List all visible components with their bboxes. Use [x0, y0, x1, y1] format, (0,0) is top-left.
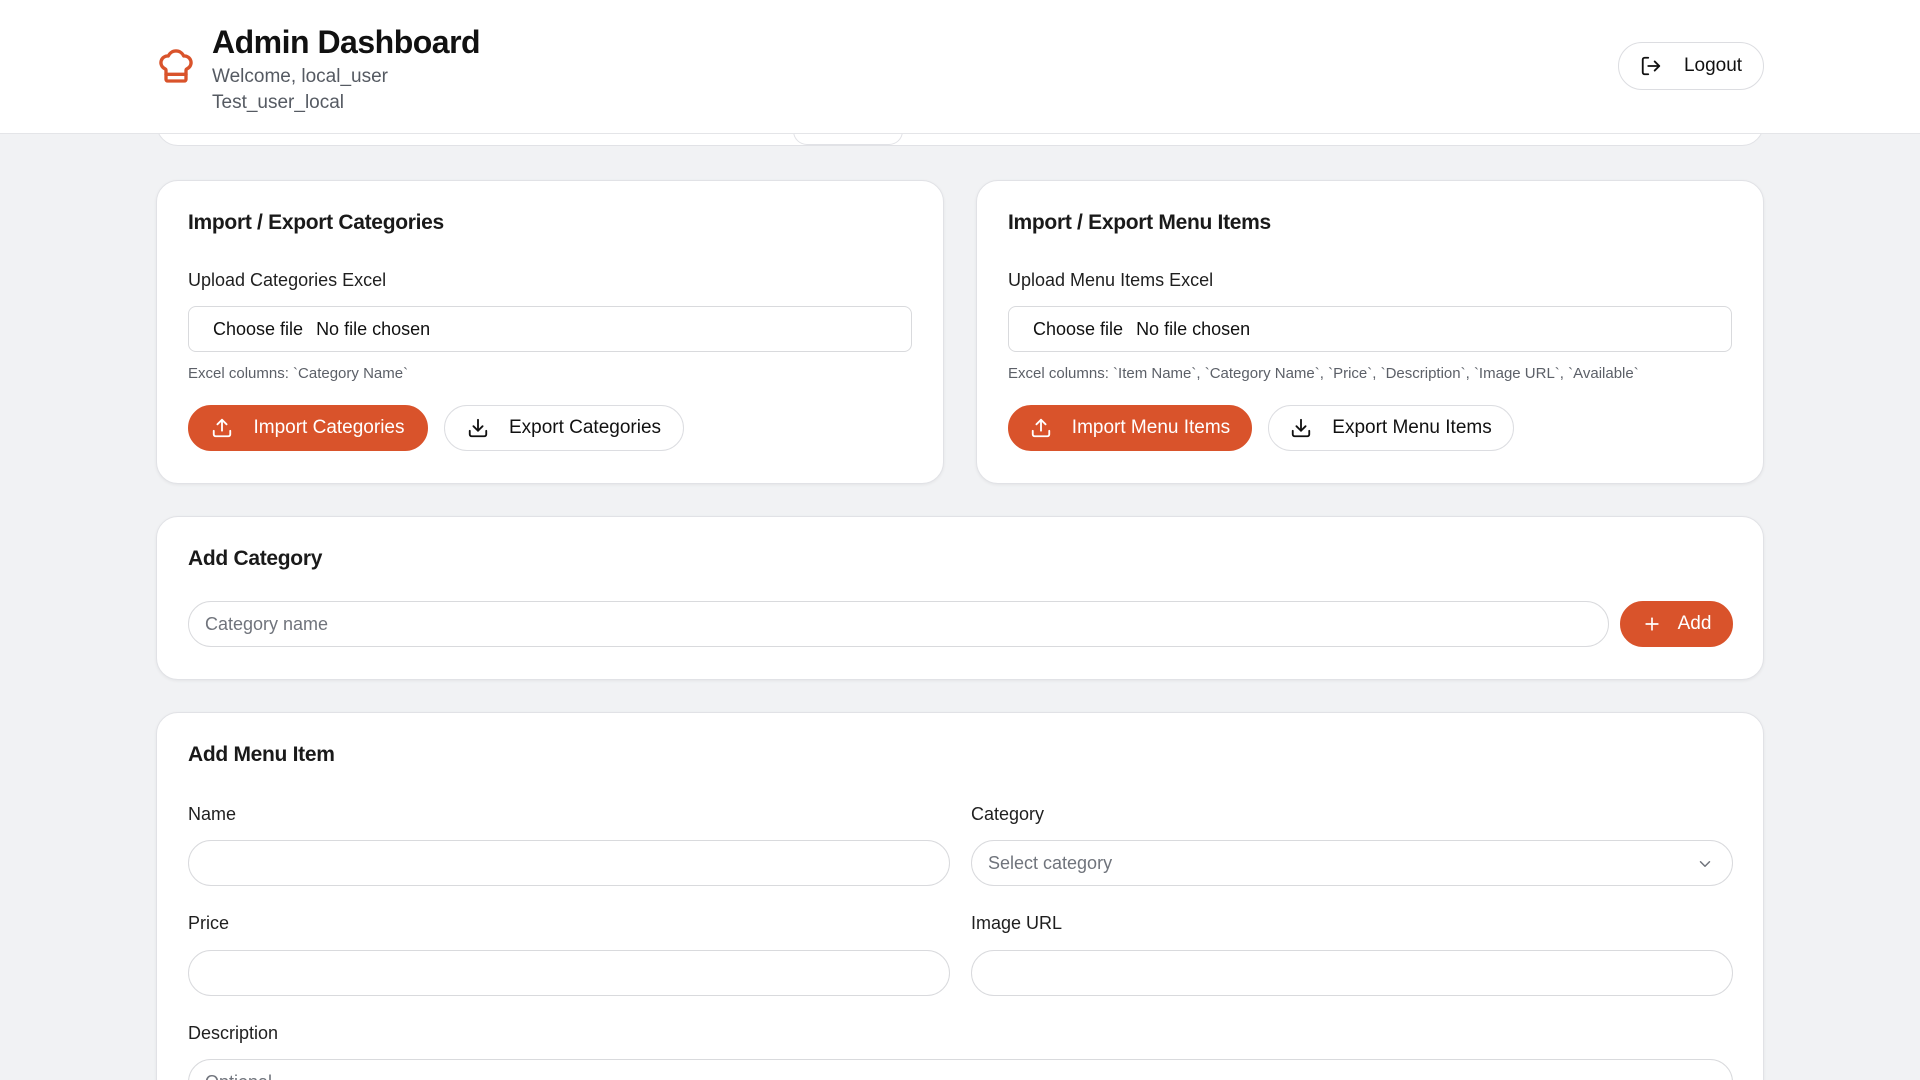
welcome-text: Welcome, local_user: [212, 66, 389, 87]
upload-icon: [1030, 417, 1052, 439]
add-category-button[interactable]: Add: [1620, 601, 1733, 647]
menu-items-file-input[interactable]: Choose file No file chosen: [1008, 306, 1732, 352]
import-export-categories-card: Import / Export Categories Upload Catego…: [156, 180, 944, 484]
export-menu-items-button[interactable]: Export Menu Items: [1268, 405, 1514, 451]
download-icon: [467, 417, 489, 439]
logout-label: Logout: [1683, 55, 1743, 76]
excel-columns-hint: Excel columns: `Item Name`, `Category Na…: [1008, 365, 1639, 382]
choose-file-button[interactable]: Choose file: [213, 319, 303, 340]
plus-icon: [1642, 614, 1662, 634]
add-label: Add: [1677, 613, 1712, 634]
export-categories-label: Export Categories: [508, 417, 662, 438]
card-title: Add Menu Item: [188, 743, 335, 766]
card-title: Import / Export Menu Items: [1008, 211, 1271, 234]
price-label: Price: [188, 913, 230, 933]
category-name-placeholder: Category name: [205, 613, 329, 634]
category-label: Category: [971, 804, 1045, 824]
category-select-value: Select category: [988, 852, 1113, 873]
upload-label: Upload Menu Items Excel: [1008, 270, 1214, 290]
import-categories-label: Import Categories: [253, 417, 405, 438]
brand-text: Admin Dashboard Welcome, local_user Test…: [212, 24, 481, 116]
excel-columns-hint: Excel columns: `Category Name`: [188, 365, 409, 382]
card-title: Import / Export Categories: [188, 211, 444, 234]
app-header: Admin Dashboard Welcome, local_user Test…: [0, 0, 1920, 134]
image-url-label: Image URL: [971, 913, 1063, 933]
image-url-input[interactable]: [971, 950, 1733, 996]
username-text: Test_user_local: [212, 92, 345, 113]
export-categories-button[interactable]: Export Categories: [444, 405, 684, 451]
export-menu-items-label: Export Menu Items: [1332, 417, 1492, 438]
add-category-card: Add Category Category name Add: [156, 516, 1764, 680]
category-select[interactable]: Select category: [971, 840, 1733, 886]
choose-file-button[interactable]: Choose file: [1033, 319, 1123, 340]
description-placeholder: Optional: [205, 1072, 272, 1080]
import-categories-button[interactable]: Import Categories: [188, 405, 428, 451]
name-input[interactable]: [188, 840, 950, 886]
import-menu-items-button[interactable]: Import Menu Items: [1008, 405, 1252, 451]
description-input[interactable]: Optional: [188, 1059, 1733, 1080]
file-status: No file chosen: [1136, 318, 1251, 339]
import-export-menu-items-card: Import / Export Menu Items Upload Menu I…: [976, 180, 1764, 484]
chevron-down-icon: [1696, 855, 1714, 873]
page-title: Admin Dashboard: [212, 24, 481, 60]
category-name-input[interactable]: Category name: [188, 601, 1609, 647]
logout-button[interactable]: Logout: [1618, 42, 1764, 90]
file-status: No file chosen: [316, 318, 431, 339]
brand: Admin Dashboard Welcome, local_user Test…: [156, 24, 481, 116]
logout-icon: [1640, 55, 1662, 77]
add-menu-item-card: Add Menu Item Name Category Select categ…: [156, 712, 1764, 1080]
name-label: Name: [188, 804, 237, 824]
description-label: Description: [188, 1023, 279, 1043]
card-title: Add Category: [188, 547, 323, 570]
import-menu-items-label: Import Menu Items: [1071, 417, 1231, 438]
chef-hat-icon: [156, 46, 196, 86]
download-icon: [1290, 417, 1312, 439]
categories-file-input[interactable]: Choose file No file chosen: [188, 306, 912, 352]
upload-label: Upload Categories Excel: [188, 270, 387, 290]
price-input[interactable]: [188, 950, 950, 996]
upload-icon: [211, 417, 233, 439]
